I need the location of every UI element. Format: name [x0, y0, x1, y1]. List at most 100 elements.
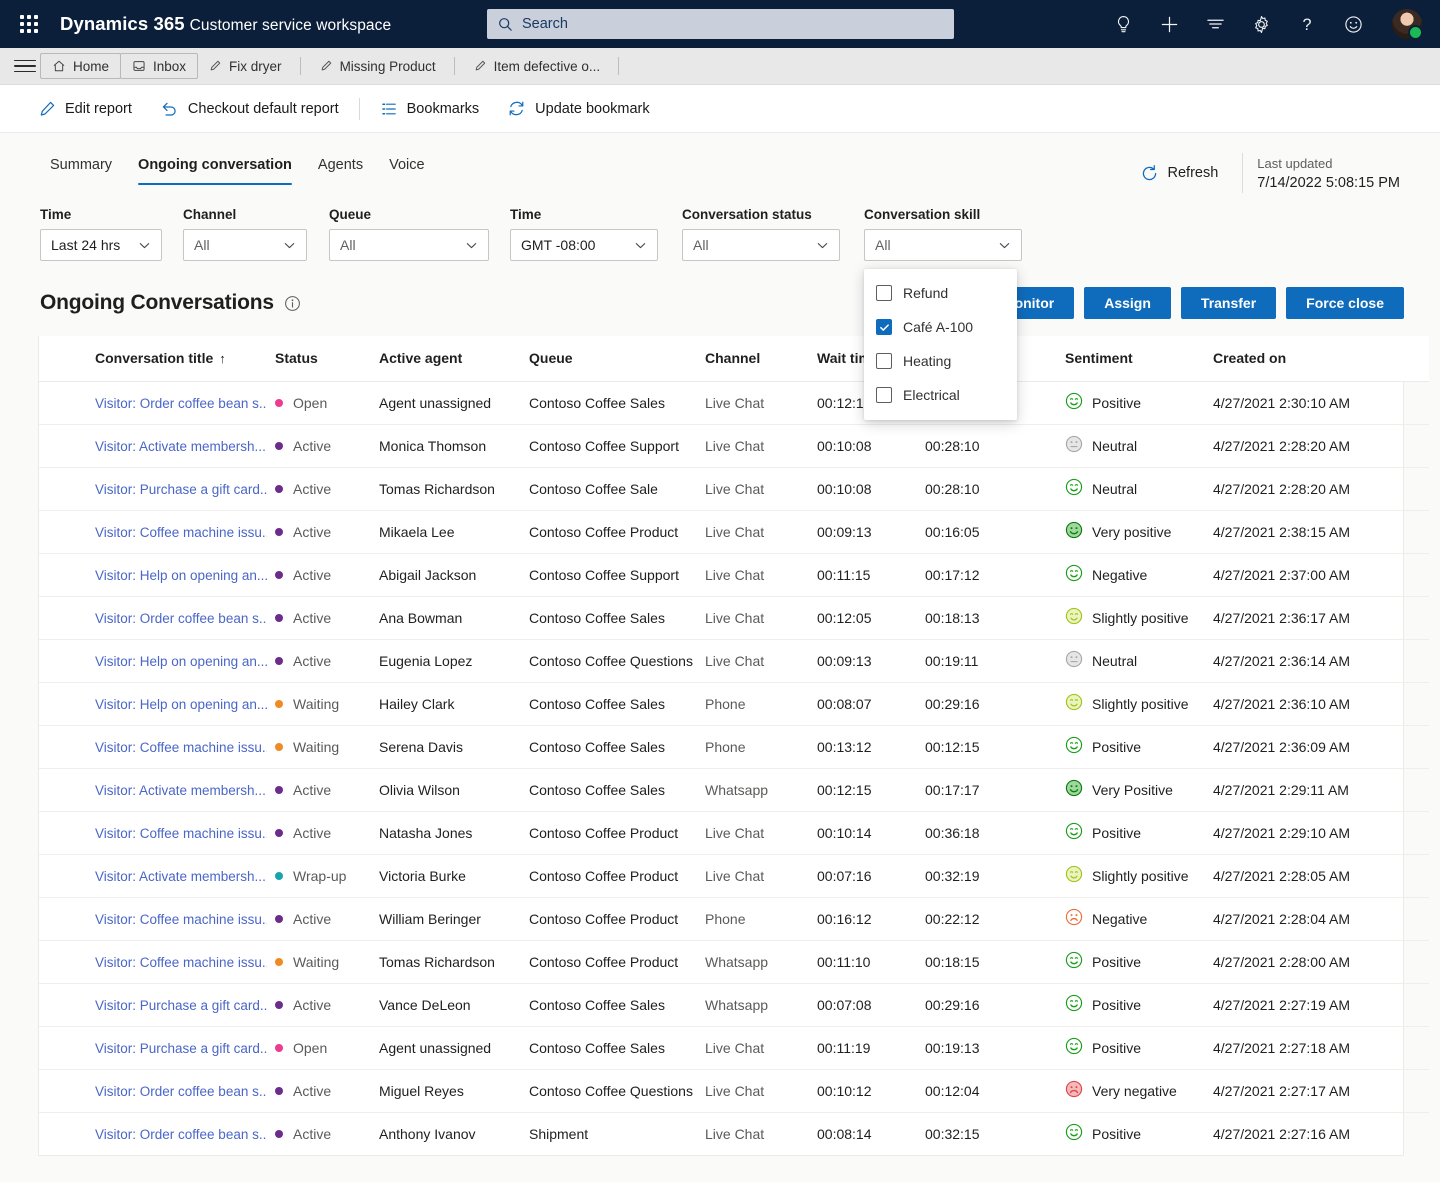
cell-status: Open	[267, 381, 371, 424]
cell-active-agent: Anthony Ivanov	[379, 1125, 476, 1142]
skill-option-cafe-a-100[interactable]: Café A-100	[864, 310, 1017, 344]
column-header-channel[interactable]: Channel	[697, 336, 809, 382]
conversation-title-link[interactable]: Visitor: Activate membersh...	[95, 783, 266, 798]
conversation-title-link[interactable]: Visitor: Activate membersh...	[95, 869, 266, 884]
conversation-title-link[interactable]: Visitor: Purchase a gift card...	[95, 998, 267, 1013]
update-bookmark-button[interactable]: Update bookmark	[493, 92, 663, 126]
checkbox-unchecked-icon[interactable]	[876, 387, 892, 403]
tab-ongoing-conversation[interactable]: Ongoing conversation	[128, 151, 302, 185]
filter-channel-select[interactable]: All	[183, 229, 307, 261]
session-tab-inbox[interactable]: Inbox	[120, 53, 199, 79]
table-row[interactable]: Visitor: Order coffee bean s... Active Mig…	[39, 1069, 1429, 1112]
table-row[interactable]: Visitor: Coffee machine issu... Waiting Se…	[39, 725, 1429, 768]
conversation-title-link[interactable]: Visitor: Coffee machine issu...	[95, 826, 267, 841]
filter-label: Time	[510, 207, 542, 222]
conversation-title-link[interactable]: Visitor: Purchase a gift card...	[95, 1041, 267, 1056]
filter-bar: Time Last 24 hrs Channel All Queue All T…	[0, 193, 1440, 420]
filter-conversation-skill-select[interactable]: All	[864, 229, 1022, 261]
cell-conversation-title: Visitor: Order coffee bean s...	[39, 1069, 267, 1112]
refresh-button[interactable]: Refresh	[1130, 160, 1229, 187]
conversation-title-link[interactable]: Visitor: Order coffee bean s...	[95, 1127, 267, 1142]
checkbox-unchecked-icon[interactable]	[876, 353, 892, 369]
filter-conversation-status-select[interactable]: All	[682, 229, 840, 261]
table-row[interactable]: Visitor: Help on opening an... Waiting Hai…	[39, 682, 1429, 725]
column-header-conversation-title[interactable]: Conversation title ↑	[39, 336, 267, 382]
session-tab-home[interactable]: Home	[40, 53, 122, 79]
conversation-title-link[interactable]: Visitor: Coffee machine issu...	[95, 740, 267, 755]
edit-report-button[interactable]: Edit report	[26, 92, 146, 126]
tab-agents[interactable]: Agents	[308, 151, 373, 185]
table-row[interactable]: Visitor: Coffee machine issu... Active Mik…	[39, 510, 1429, 553]
command-divider	[358, 97, 360, 120]
filter-timezone-select[interactable]: GMT -08:00	[510, 229, 658, 261]
session-tab-label: Fix dryer	[229, 58, 282, 74]
column-header-created-on[interactable]: Created on	[1205, 336, 1429, 382]
table-row[interactable]: Visitor: Purchase a gift card... Active To…	[39, 467, 1429, 510]
tab-summary[interactable]: Summary	[40, 151, 122, 185]
brand-title[interactable]: Dynamics 365 Customer service workspace	[60, 13, 391, 35]
info-icon[interactable]	[284, 295, 301, 312]
force-close-button[interactable]: Force close	[1286, 287, 1404, 319]
status-dot	[275, 742, 283, 751]
app-launcher-icon[interactable]	[14, 9, 44, 39]
conversation-title-link[interactable]: Visitor: Order coffee bean s...	[95, 1084, 267, 1099]
table-row[interactable]: Visitor: Coffee machine issu... Active Wil…	[39, 897, 1429, 940]
skill-option-electrical[interactable]: Electrical	[864, 378, 1017, 412]
bookmarks-button[interactable]: Bookmarks	[366, 92, 494, 126]
cell-duration: 00:17:12	[925, 566, 980, 583]
smiley-icon[interactable]	[1342, 13, 1364, 35]
skill-option-heating[interactable]: Heating	[864, 344, 1017, 378]
table-row[interactable]: Visitor: Coffee machine issu... Active Nat…	[39, 811, 1429, 854]
conversation-title-link[interactable]: Visitor: Help on opening an...	[95, 568, 267, 583]
conversation-title-link[interactable]: Visitor: Help on opening an...	[95, 697, 267, 712]
tab-voice[interactable]: Voice	[379, 151, 434, 185]
table-row[interactable]: Visitor: Help on opening an... Active Abig…	[39, 553, 1429, 596]
filter-time-range-select[interactable]: Last 24 hrs	[40, 229, 162, 261]
table-row[interactable]: Visitor: Activate membersh... Wrap-up Vict…	[39, 854, 1429, 897]
table-row[interactable]: Visitor: Purchase a gift card... Open Agen…	[39, 1026, 1429, 1069]
table-row[interactable]: Visitor: Help on opening an... Active Euge…	[39, 639, 1429, 682]
conversation-title-link[interactable]: Visitor: Coffee machine issu...	[95, 525, 267, 540]
table-row[interactable]: Visitor: Order coffee bean s... Active Ana…	[39, 596, 1429, 639]
table-row[interactable]: Visitor: Order coffee bean s... Active Ant…	[39, 1112, 1429, 1155]
cell-created-on: 4/27/2021 2:38:15 AM	[1213, 523, 1350, 540]
cell-queue: Contoso Coffee Sales	[529, 738, 665, 755]
conversation-title-link[interactable]: Visitor: Order coffee bean s...	[95, 611, 267, 626]
checkout-default-report-button[interactable]: Checkout default report	[146, 92, 353, 126]
lightbulb-icon[interactable]	[1112, 13, 1134, 35]
sentiment-icon	[1065, 478, 1083, 499]
column-header-sentiment[interactable]: Sentiment	[1057, 336, 1205, 382]
column-header-queue[interactable]: Queue	[521, 336, 697, 382]
session-tab-fix-dryer[interactable]: Fix dryer	[197, 53, 293, 79]
help-icon[interactable]: ?	[1296, 13, 1318, 35]
plus-icon[interactable]	[1158, 13, 1180, 35]
cell-channel: Live Chat	[705, 394, 765, 411]
table-row[interactable]: Visitor: Purchase a gift card... Active Va…	[39, 983, 1429, 1026]
session-tab-item-defective[interactable]: Item defective o...	[462, 53, 612, 79]
transfer-button[interactable]: Transfer	[1180, 287, 1277, 319]
table-row[interactable]: Visitor: Activate membersh... Active Olivi…	[39, 768, 1429, 811]
search-input[interactable]: Search	[487, 9, 954, 39]
avatar[interactable]	[1392, 9, 1423, 40]
column-header-active-agent[interactable]: Active agent	[371, 336, 521, 382]
session-tab-missing-product[interactable]: Missing Product	[308, 53, 447, 79]
column-header-status[interactable]: Status	[267, 336, 371, 382]
assign-button[interactable]: Assign	[1084, 287, 1171, 319]
checkbox-checked-icon[interactable]	[876, 319, 892, 335]
table-row[interactable]: Visitor: Activate membersh... Active Monic…	[39, 424, 1429, 467]
filter-lines-icon[interactable]	[1204, 13, 1226, 35]
hamburger-menu-icon[interactable]	[10, 53, 40, 79]
skill-option-refund[interactable]: Refund	[864, 276, 1017, 310]
conversation-title-link[interactable]: Visitor: Order coffee bean s...	[95, 396, 267, 411]
cell-wait-time: 00:12:15	[817, 781, 872, 798]
conversation-title-link[interactable]: Visitor: Coffee machine issu...	[95, 955, 267, 970]
table-row[interactable]: Visitor: Coffee machine issu... Waiting To…	[39, 940, 1429, 983]
conversation-title-link[interactable]: Visitor: Coffee machine issu...	[95, 912, 267, 927]
filter-queue-select[interactable]: All	[329, 229, 489, 261]
gear-icon[interactable]	[1250, 13, 1272, 35]
conversation-title-link[interactable]: Visitor: Activate membersh...	[95, 439, 266, 454]
conversation-title-link[interactable]: Visitor: Purchase a gift card...	[95, 482, 267, 497]
table-row[interactable]: Visitor: Order coffee bean s... Open Agent…	[39, 381, 1429, 424]
conversation-title-link[interactable]: Visitor: Help on opening an...	[95, 654, 267, 669]
checkbox-unchecked-icon[interactable]	[876, 285, 892, 301]
